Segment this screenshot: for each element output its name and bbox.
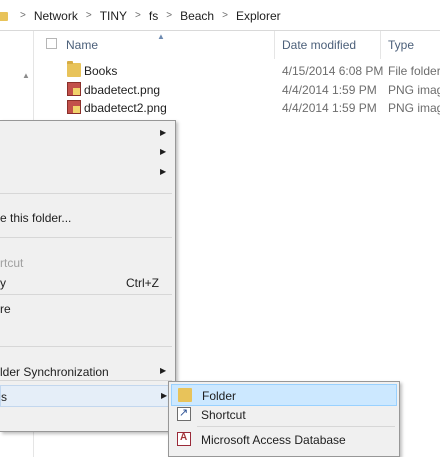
breadcrumb-fs[interactable]: fs <box>147 9 160 23</box>
submenu-arrow-icon: ▶ <box>161 391 168 400</box>
submenu-arrow-icon: ▶ <box>160 147 167 156</box>
menu-item-group-by[interactable]: ▶ <box>0 162 175 184</box>
column-divider[interactable] <box>274 31 275 59</box>
file-name: dbadetect.png <box>84 83 161 97</box>
sort-ascending-icon: ▲ <box>157 32 165 41</box>
address-bar[interactable]: > Network > TINY > fs > Beach > Explorer <box>0 0 440 31</box>
folder-icon <box>0 11 10 21</box>
file-date: 4/4/2014 1:59 PM <box>282 101 377 115</box>
breadcrumb-explorer[interactable]: Explorer <box>234 9 283 23</box>
column-headers: ▲ Name Date modified Type <box>34 31 440 59</box>
submenu-arrow-icon: ▶ <box>160 366 167 375</box>
new-submenu: Folder Shortcut Microsoft Access Databas… <box>168 381 400 457</box>
column-divider[interactable] <box>380 31 381 59</box>
menu-item-new[interactable]: s ▶ <box>0 385 175 407</box>
menu-item-label: y <box>0 276 6 290</box>
breadcrumb-tiny[interactable]: TINY <box>98 9 129 23</box>
submenu-item-folder[interactable]: Folder <box>171 384 397 406</box>
submenu-arrow-icon: ▶ <box>160 167 167 176</box>
menu-item-label: rtcut <box>0 256 24 270</box>
submenu-item-label: Microsoft Access Database <box>201 433 346 447</box>
png-file-icon <box>67 100 81 114</box>
breadcrumb-separator: > <box>20 10 26 21</box>
submenu-item-label: Shortcut <box>201 408 246 422</box>
column-name-header[interactable]: Name <box>66 38 98 52</box>
menu-item-label: lder Synchronization <box>0 365 109 379</box>
menu-item-customize-folder[interactable]: e this folder... <box>0 207 175 229</box>
menu-separator <box>197 426 395 427</box>
file-date: 4/15/2014 6:08 PM <box>282 64 384 78</box>
select-all-checkbox[interactable] <box>46 38 57 49</box>
file-row[interactable]: dbadetect2.png 4/4/2014 1:59 PM PNG imag <box>34 98 440 117</box>
submenu-arrow-icon: ▶ <box>160 128 167 137</box>
file-name: Books <box>84 64 118 78</box>
shortcut-icon <box>177 406 191 421</box>
access-database-icon <box>177 432 191 446</box>
submenu-item-shortcut[interactable]: Shortcut <box>171 404 397 426</box>
breadcrumb-network[interactable]: Network <box>32 9 80 23</box>
submenu-item-access-database[interactable]: Microsoft Access Database <box>171 429 397 451</box>
file-name: dbadetect2.png <box>84 101 167 115</box>
column-type-header[interactable]: Type <box>388 38 414 52</box>
scroll-up-icon[interactable]: ▲ <box>22 71 30 80</box>
breadcrumb: > Network > TINY > fs > Beach > Explorer <box>0 0 283 31</box>
context-menu: ▶ ▶ ▶ e this folder... rtcut y Ctrl+Z re… <box>0 120 176 432</box>
column-date-header[interactable]: Date modified <box>282 38 356 52</box>
menu-separator <box>0 346 172 347</box>
file-type: File folder <box>388 64 440 78</box>
file-type: PNG imag <box>388 101 440 115</box>
menu-separator <box>0 380 172 381</box>
menu-item-label: s <box>1 390 7 404</box>
menu-item-label: e this folder... <box>0 211 72 225</box>
menu-item-label: re <box>0 302 11 316</box>
breadcrumb-separator: > <box>85 10 92 21</box>
breadcrumb-beach[interactable]: Beach <box>178 9 216 23</box>
menu-separator <box>0 237 172 238</box>
menu-item-shortcut: Ctrl+Z <box>126 276 159 290</box>
file-date: 4/4/2014 1:59 PM <box>282 83 377 97</box>
menu-item-sort-by[interactable]: ▶ <box>0 142 175 164</box>
breadcrumb-separator: > <box>222 10 228 21</box>
png-file-icon <box>67 82 81 96</box>
breadcrumb-separator: > <box>166 10 173 21</box>
menu-item-share[interactable]: re <box>0 298 175 320</box>
file-type: PNG imag <box>388 83 440 97</box>
folder-icon <box>67 61 81 77</box>
file-row[interactable]: Books 4/15/2014 6:08 PM File folder <box>34 61 440 80</box>
menu-item-paste-shortcut[interactable]: rtcut <box>0 252 175 274</box>
file-row[interactable]: dbadetect.png 4/4/2014 1:59 PM PNG imag <box>34 80 440 99</box>
folder-icon <box>178 388 192 402</box>
menu-separator <box>0 294 172 295</box>
submenu-item-label: Folder <box>202 389 237 403</box>
menu-separator <box>0 193 172 194</box>
breadcrumb-separator: > <box>135 10 141 21</box>
menu-item-undo[interactable]: y Ctrl+Z <box>0 272 175 294</box>
